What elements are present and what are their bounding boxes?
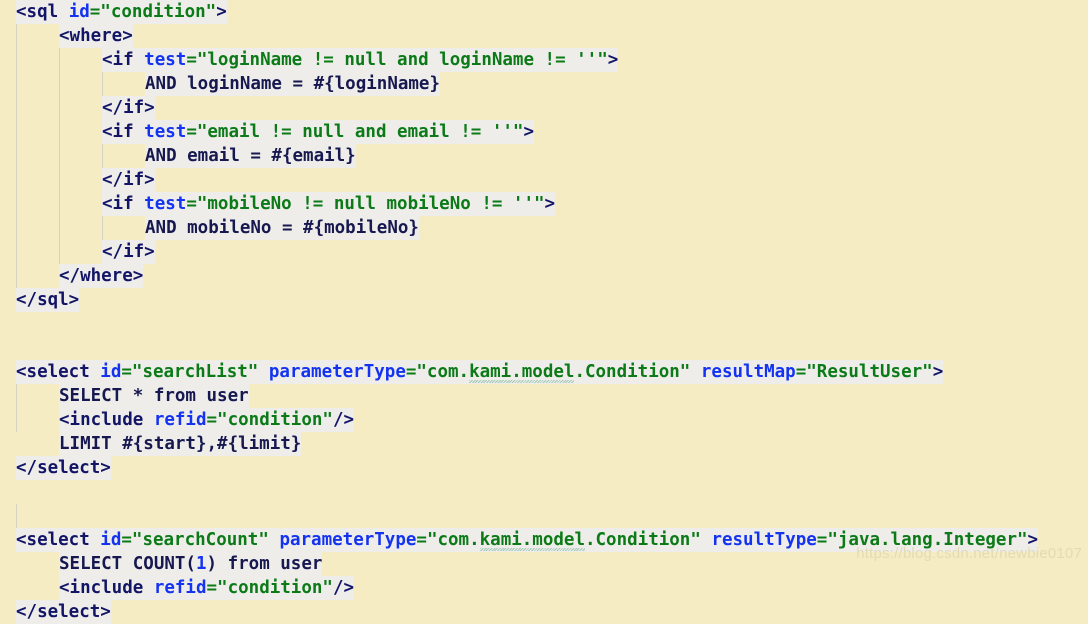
token-sql: SELECT COUNT( (59, 554, 196, 574)
token-sql: AND email = #{email} (145, 146, 356, 166)
code-line[interactable]: <sql id="condition"> (0, 0, 1088, 24)
code-line[interactable]: </select> (0, 600, 1088, 624)
token-string: ="searchList" (121, 362, 259, 382)
token-string-misspelled: kami.model (479, 530, 585, 550)
token-number: 1 (195, 554, 207, 574)
token-attribute: id (68, 2, 90, 22)
token-sql: AND mobileNo = #{mobileNo} (145, 218, 419, 238)
token-string: ="condition" (206, 410, 333, 430)
token-tag-close: > (932, 362, 944, 382)
code-line[interactable]: </if> (0, 168, 1088, 192)
code-line[interactable]: <include refid="condition"/> (0, 576, 1088, 600)
token-tag-close: > (216, 2, 227, 22)
token-tag-close: > (607, 50, 619, 70)
token-string: ="com. (405, 362, 470, 382)
token-sql: SELECT * from user (59, 386, 249, 406)
code-line[interactable]: </if> (0, 240, 1088, 264)
token-tag: </where> (59, 266, 144, 286)
code-line[interactable]: <where> (0, 24, 1088, 48)
token-tag: <select (16, 530, 101, 550)
token-tag: </sql> (16, 290, 80, 310)
token-tag: <if (102, 194, 145, 214)
token-string: ="condition" (89, 2, 217, 22)
code-line[interactable]: <if test="loginName != null and loginNam… (0, 48, 1088, 72)
token-tag: </if> (102, 242, 155, 262)
token-attribute: id (100, 362, 122, 382)
code-line[interactable]: <if test="email != null and email != ''"… (0, 120, 1088, 144)
token-string: ="mobileNo != null mobileNo != ''" (186, 194, 545, 214)
token-tag: <select (16, 362, 101, 382)
token-attribute: resultType (711, 530, 817, 550)
token-attribute: test (144, 122, 187, 142)
token-sql: ) from user (206, 554, 323, 574)
code-line-blank[interactable] (0, 312, 1088, 336)
code-line[interactable]: </if> (0, 96, 1088, 120)
token-attribute: test (144, 50, 187, 70)
token-string: ="searchCount" (121, 530, 269, 550)
token-string: ="email != null and email != ''" (186, 122, 524, 142)
code-line[interactable]: <if test="mobileNo != null mobileNo != '… (0, 192, 1088, 216)
token-attribute: refid (153, 578, 207, 598)
token-tag-close: /> (332, 410, 355, 430)
token-attribute: test (144, 194, 187, 214)
watermark-text: https://blog.csdn.net/newbie0107 (856, 545, 1082, 562)
token-tag: <include (59, 578, 154, 598)
code-editor-pane[interactable]: <sql id="condition"> <where> <if test="l… (0, 0, 1088, 624)
token-tag: </if> (102, 170, 155, 190)
token-tag: <if (102, 122, 145, 142)
token-tag: <where> (59, 26, 133, 46)
token-sql: AND loginName = #{loginName} (145, 74, 441, 94)
code-line[interactable]: AND loginName = #{loginName} (0, 72, 1088, 96)
token-attribute: id (100, 530, 122, 550)
token-string: ="loginName != null and loginName != ''" (186, 50, 608, 70)
code-line[interactable]: AND email = #{email} (0, 144, 1088, 168)
token-tag: </select> (16, 602, 111, 622)
token-sql: LIMIT #{start},#{limit} (59, 434, 302, 454)
token-tag: </if> (102, 98, 155, 118)
token-string: ="ResultUser" (795, 362, 933, 382)
code-line-blank[interactable] (0, 480, 1088, 504)
token-string: ="com. (416, 530, 480, 550)
token-tag-close: /> (332, 578, 355, 598)
code-line[interactable]: </sql> (0, 288, 1088, 312)
token-string: ="condition" (206, 578, 333, 598)
token-tag: <if (102, 50, 145, 70)
token-string: .Condition" (574, 362, 691, 382)
code-line[interactable]: <select id="searchList" parameterType="c… (0, 360, 1088, 384)
token-string-misspelled: kami.model (469, 362, 575, 382)
code-line[interactable]: LIMIT #{start},#{limit} (0, 432, 1088, 456)
token-tag: <include (59, 410, 154, 430)
code-line[interactable]: </select> (0, 456, 1088, 480)
token-attribute: parameterType (279, 530, 417, 550)
code-line-blank[interactable] (0, 504, 1088, 528)
code-line[interactable]: </where> (0, 264, 1088, 288)
code-block[interactable]: <sql id="condition"> <where> <if test="l… (0, 0, 1088, 624)
code-line[interactable]: SELECT * from user (0, 384, 1088, 408)
token-tag-close: > (544, 194, 556, 214)
token-tag-close: > (523, 122, 535, 142)
token-attribute: refid (153, 410, 207, 430)
code-line[interactable]: <include refid="condition"/> (0, 408, 1088, 432)
code-line-blank[interactable] (0, 336, 1088, 360)
token-tag: </select> (16, 458, 111, 478)
token-attribute: resultMap (700, 362, 796, 382)
token-string: .Condition" (584, 530, 701, 550)
token-tag: <sql (16, 2, 69, 22)
code-line[interactable]: AND mobileNo = #{mobileNo} (0, 216, 1088, 240)
token-attribute: parameterType (268, 362, 406, 382)
